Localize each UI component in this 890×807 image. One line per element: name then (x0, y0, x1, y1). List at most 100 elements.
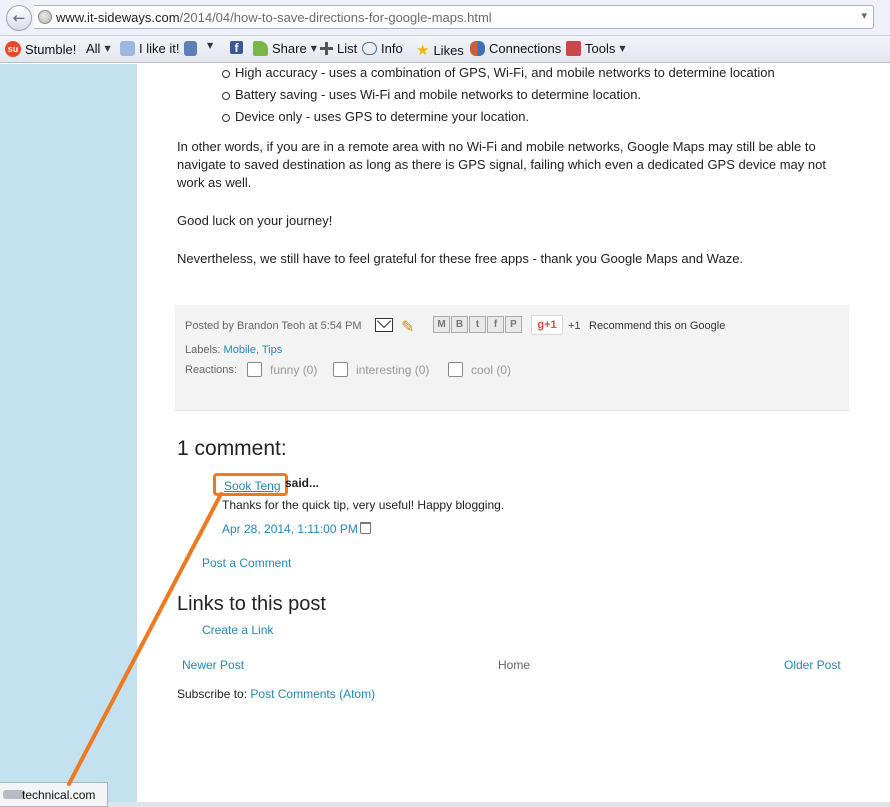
facebook-button[interactable]: f (230, 41, 243, 55)
plus-icon (320, 42, 333, 55)
blogger-share-icon[interactable]: B (451, 316, 468, 333)
subscribe-line: Subscribe to: Post Comments (Atom) (177, 687, 375, 701)
facebook-share-icon[interactable]: f (487, 316, 504, 333)
url-dropdown-icon[interactable]: ▾ (861, 9, 867, 22)
tools-button[interactable]: Tools ▼ (566, 41, 626, 56)
trash-icon[interactable] (360, 522, 371, 534)
dislike-dropdown[interactable]: ▼ (207, 41, 213, 50)
back-button[interactable]: ← (6, 5, 32, 31)
post-author-link[interactable]: Brandon Teoh (237, 320, 305, 332)
posted-by-line: Posted by Brandon Teoh at 5:54 PM (185, 320, 362, 332)
speech-bubble-icon (362, 42, 377, 55)
labels-line: Labels: Mobile, Tips (185, 344, 282, 356)
url-path: /2014/04/how-to-save-directions-for-goog… (179, 10, 492, 25)
comment-author-link[interactable]: Sook Teng (224, 479, 281, 493)
comments-heading: 1 comment: (177, 437, 287, 460)
reaction-cool[interactable]: cool (0) (448, 362, 511, 377)
address-bar: ← www.it-sideways.com/2014/04/how-to-sav… (0, 0, 890, 36)
paragraph-remote-area: In other words, if you are in a remote a… (177, 139, 826, 190)
connections-label: Connections (489, 41, 562, 56)
list-item: Device only - uses GPS to determine your… (221, 109, 530, 124)
checkbox-icon[interactable] (448, 362, 463, 377)
newer-post-link[interactable]: Newer Post (182, 658, 244, 672)
google-plus-one-button[interactable]: g+1 (531, 315, 563, 335)
thumbs-down-icon (184, 41, 197, 56)
comment-body: Thanks for the quick tip, very useful! H… (222, 498, 505, 512)
checkbox-icon[interactable] (247, 362, 262, 377)
pinterest-share-icon[interactable]: P (505, 316, 522, 333)
reaction-funny[interactable]: funny (0) (247, 362, 317, 377)
comment-date-link[interactable]: Apr 28, 2014, 1:11:00 PM (222, 522, 358, 536)
twitter-share-icon[interactable]: t (469, 316, 486, 333)
reaction-label: interesting (0) (356, 362, 430, 377)
page-left-margin (0, 64, 137, 807)
share-button[interactable]: Share ▼ (253, 41, 317, 56)
all-label: All (86, 41, 101, 56)
info-button[interactable]: Info (362, 41, 403, 56)
dislike-button[interactable] (184, 41, 197, 56)
window-bottom-edge (108, 802, 890, 807)
info-label: Info (381, 41, 403, 56)
at-label: at (308, 320, 318, 332)
chevron-down-icon: ▼ (104, 44, 111, 53)
label-tips-link[interactable]: Tips (262, 344, 282, 356)
post-time-link[interactable]: 5:54 PM (321, 320, 362, 332)
email-post-icon[interactable] (375, 318, 393, 332)
tools-icon (566, 41, 581, 56)
create-link-link[interactable]: Create a Link (202, 623, 273, 637)
likes-label: Likes (433, 42, 464, 58)
list-label: List (337, 41, 358, 56)
share-label: Share (272, 41, 307, 56)
home-link[interactable]: Home (498, 658, 530, 672)
url-domain: www.it-sideways.com (56, 10, 180, 25)
stumble-button[interactable]: su Stumble! (5, 41, 76, 57)
status-bar: technical.com (0, 782, 108, 807)
comment-said-label: said... (285, 476, 320, 490)
reaction-label: cool (0) (471, 362, 512, 377)
paragraph-good-luck: Good luck on your journey! (177, 213, 333, 228)
edit-pencil-icon[interactable]: ✎ (401, 317, 414, 336)
list-button[interactable]: List (320, 41, 357, 56)
chevron-down-icon: ▼ (619, 44, 626, 53)
facebook-icon: f (230, 41, 243, 55)
paragraph-grateful: Nevertheless, we still have to feel grat… (177, 251, 744, 266)
stumble-label: Stumble! (25, 41, 77, 57)
older-post-link[interactable]: Older Post (784, 658, 841, 672)
post-footer: Posted by Brandon Teoh at 5:54 PM ✎ M B … (175, 305, 849, 411)
url-input[interactable]: www.it-sideways.com/2014/04/how-to-save-… (34, 5, 874, 29)
list-item: Battery saving - uses Wi-Fi and mobile n… (221, 87, 642, 102)
all-dropdown[interactable]: All ▼ (86, 41, 111, 56)
reactions-label: Reactions: (185, 364, 237, 376)
gmail-share-icon[interactable]: M (433, 316, 450, 333)
labels-label: Labels: (185, 344, 221, 356)
star-icon: ★ (416, 41, 430, 59)
chevron-down-icon: ▼ (207, 41, 214, 50)
tools-label: Tools (585, 41, 616, 56)
label-separator: , (255, 344, 260, 356)
post-comment-link[interactable]: Post a Comment (202, 556, 291, 570)
list-item: High accuracy - uses a combination of GP… (222, 65, 775, 80)
comment-author-highlight: Sook Teng (213, 473, 288, 496)
blog-content: High accuracy - uses a combination of GP… (137, 64, 890, 807)
reactions-line: Reactions: funny (0) interesting (0) coo… (185, 362, 511, 377)
connections-button[interactable]: Connections (470, 41, 561, 56)
likes-button[interactable]: ★ Likes (416, 41, 464, 59)
stumbleupon-toolbar: su Stumble! All ▼ I like it! ▼ f Share ▼… (0, 36, 890, 63)
i-like-it-label: I like it! (139, 41, 180, 56)
globe-icon (38, 10, 52, 24)
plus-one-count: +1 (568, 320, 581, 332)
checkbox-icon[interactable] (333, 362, 348, 377)
share-icon (253, 41, 268, 56)
label-mobile-link[interactable]: Mobile (224, 344, 256, 356)
chevron-down-icon: ▼ (310, 44, 317, 53)
posted-by-label: Posted by (185, 320, 234, 332)
people-icon (470, 41, 485, 56)
links-heading: Links to this post (177, 593, 326, 615)
reaction-interesting[interactable]: interesting (0) (333, 362, 429, 377)
thumbs-up-icon (120, 41, 135, 56)
reaction-label: funny (0) (270, 362, 318, 377)
status-url-text: technical.com (22, 788, 96, 802)
post-comments-atom-link[interactable]: Post Comments (Atom) (250, 687, 375, 701)
url-text: www.it-sideways.com/2014/04/how-to-save-… (56, 10, 492, 25)
i-like-it-button[interactable]: I like it! (120, 41, 179, 56)
